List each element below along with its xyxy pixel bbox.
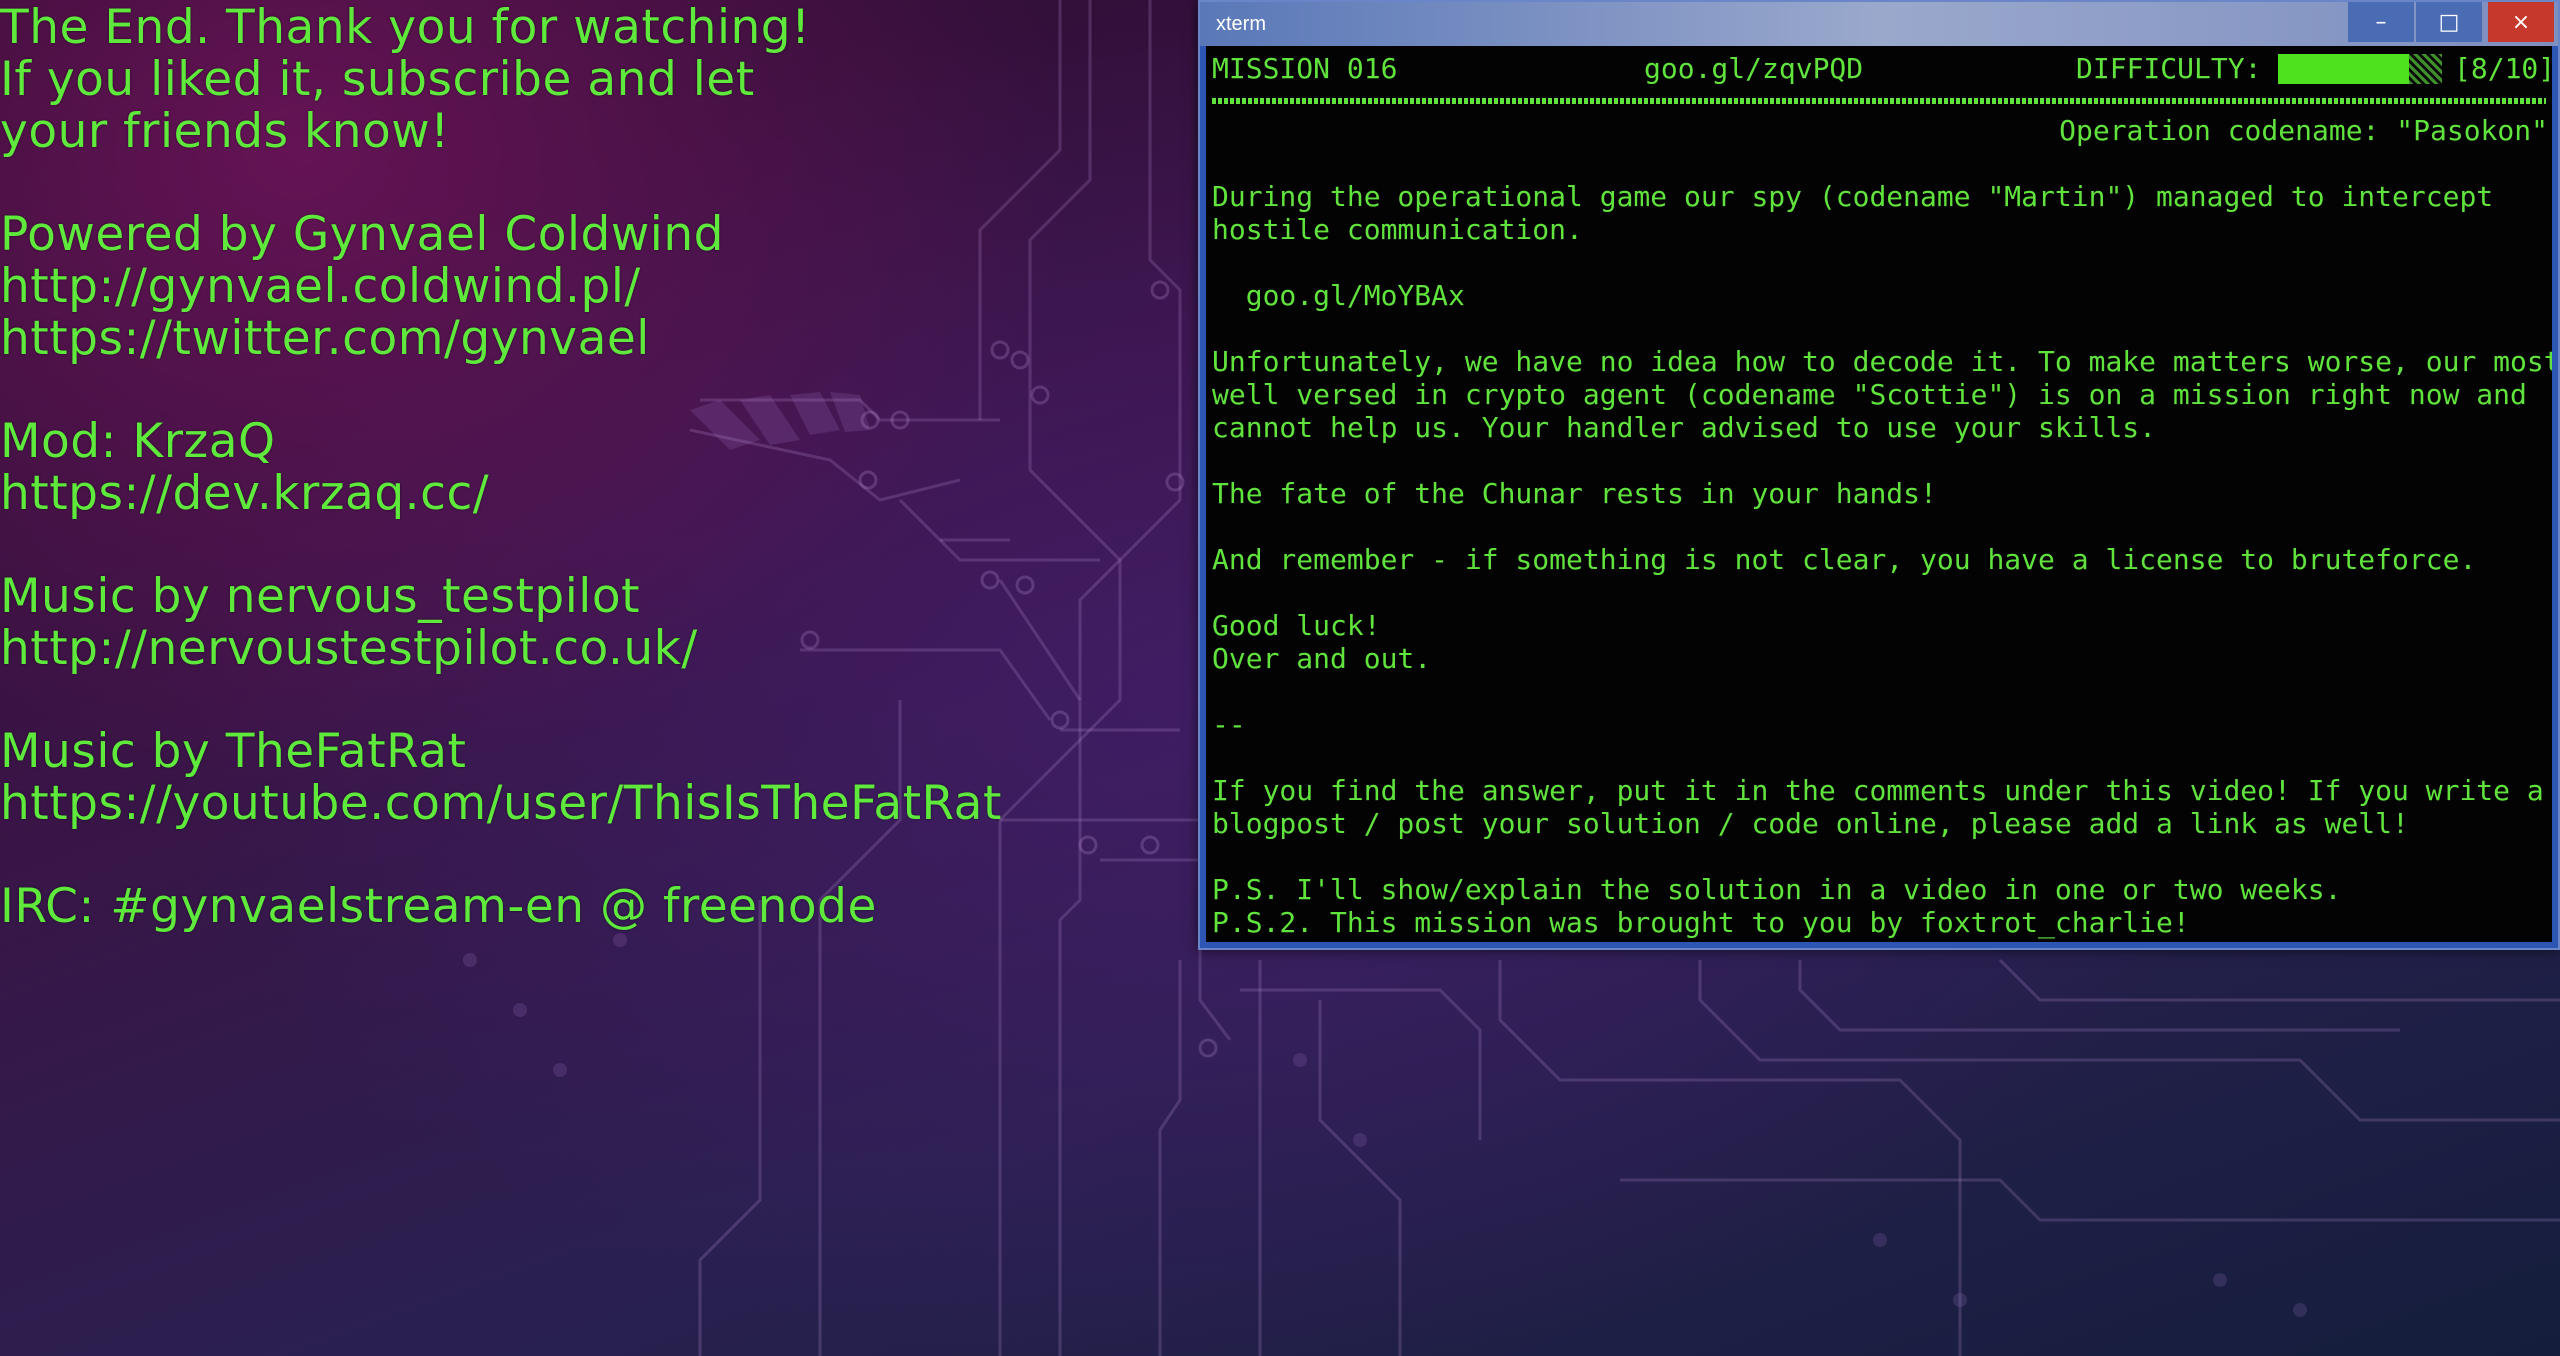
minimize-icon: – — [2375, 9, 2387, 35]
close-icon: × — [2511, 9, 2531, 35]
credits-link: http://gynvael.coldwind.pl/ — [0, 259, 641, 314]
difficulty-bar — [2278, 54, 2442, 84]
mission-number: MISSION 016 — [1212, 52, 1398, 85]
terminal-line: P.S.2. This mission was brought to you b… — [1212, 906, 2190, 939]
difficulty-bar-remainder — [2409, 54, 2442, 84]
mission-link: goo.gl/zqvPQD — [1644, 52, 1864, 85]
terminal-line: goo.gl/MoYBAx — [1212, 279, 1465, 312]
credits-line: The End. Thank you for watching! — [0, 0, 811, 55]
terminal-line: hostile communication. — [1212, 213, 1583, 246]
credits-text: The End. Thank you for watching! If you … — [0, 2, 1190, 933]
terminal-line: Over and out. — [1212, 642, 1432, 675]
operation-codename: Operation codename: "Pasokon" — [2059, 114, 2548, 147]
terminal-line: -- — [1212, 708, 1246, 741]
terminal-line: The fate of the Chunar rests in your han… — [1212, 477, 1937, 510]
credits-link: https://youtube.com/user/ThisIsTheFatRat — [0, 776, 1002, 831]
credits-line: Mod: KrzaQ — [0, 414, 276, 469]
close-button[interactable]: × — [2488, 2, 2554, 42]
credits-line: If you liked it, subscribe and let — [0, 52, 755, 107]
window-titlebar[interactable]: xterm – □ × — [1200, 2, 2558, 46]
window-title: xterm — [1216, 13, 1266, 35]
terminal-line: Unfortunately, we have no idea how to de… — [1212, 345, 2552, 378]
terminal-line: cannot help us. Your handler advised to … — [1212, 411, 2157, 444]
header-separator — [1212, 98, 2546, 104]
terminal-line: well versed in crypto agent (codename "S… — [1212, 378, 2527, 411]
maximize-button[interactable]: □ — [2416, 2, 2482, 42]
credits-link: http://nervoustestpilot.co.uk/ — [0, 621, 698, 676]
minimize-button[interactable]: – — [2348, 2, 2414, 42]
terminal-line: During the operational game our spy (cod… — [1212, 180, 2494, 213]
maximize-icon: □ — [2438, 9, 2460, 35]
credits-line: Music by TheFatRat — [0, 724, 467, 779]
terminal-line: Good luck! — [1212, 609, 1381, 642]
terminal-line: blogpost / post your solution / code onl… — [1212, 807, 2409, 840]
credits-link: https://dev.krzaq.cc/ — [0, 466, 490, 521]
difficulty-score: [8/10] — [2454, 52, 2552, 85]
credits-line: Music by nervous_testpilot — [0, 569, 641, 624]
difficulty-label: DIFFICULTY: — [2076, 52, 2262, 85]
difficulty-bar-fill — [2278, 54, 2410, 84]
terminal-line: P.S. I'll show/explain the solution in a… — [1212, 873, 2342, 906]
credits-line: Powered by Gynvael Coldwind — [0, 207, 724, 262]
credits-line: IRC: #gynvaelstream-en @ freenode — [0, 879, 877, 934]
terminal-output[interactable]: MISSION 016 goo.gl/zqvPQD DIFFICULTY: [8… — [1206, 46, 2552, 942]
terminal-line: And remember - if something is not clear… — [1212, 543, 2477, 576]
credits-line: your friends know! — [0, 104, 450, 159]
credits-link: https://twitter.com/gynvael — [0, 311, 650, 366]
xterm-window[interactable]: xterm – □ × MISSION 016 goo.gl/zqvPQD DI… — [1198, 0, 2560, 950]
terminal-line: If you find the answer, put it in the co… — [1212, 774, 2544, 807]
